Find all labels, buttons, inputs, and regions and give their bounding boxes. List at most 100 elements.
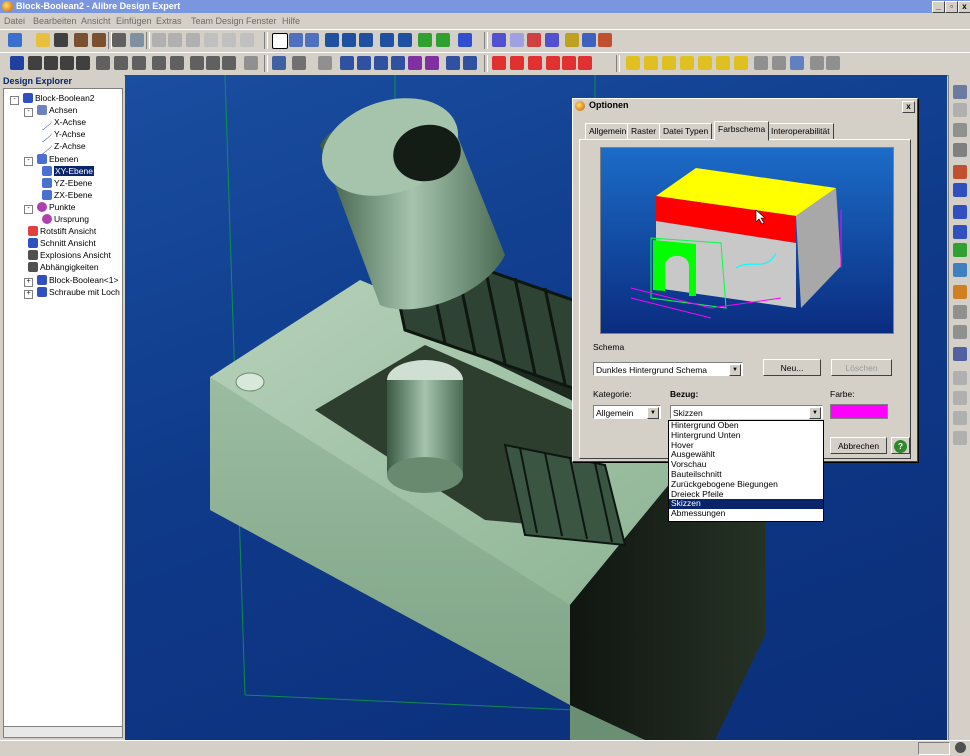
shaded-icon[interactable] — [272, 56, 286, 70]
chevron-down-icon[interactable]: ▼ — [809, 407, 821, 419]
view-normal-icon[interactable] — [463, 56, 477, 70]
zoom-in-icon[interactable] — [325, 33, 339, 47]
tree-node[interactable]: + Schraube mit Loch — [24, 286, 120, 299]
tree-node[interactable]: Ursprung — [38, 213, 89, 225]
yellow-box-icon-6[interactable] — [716, 56, 730, 70]
menu-extras[interactable]: Extras — [156, 15, 182, 27]
tool-icon-a[interactable] — [810, 56, 824, 70]
tree-node[interactable]: - Punkte — [24, 201, 75, 214]
right-tool-icon-9[interactable] — [953, 243, 967, 257]
menu-team-design[interactable]: Team Design — [191, 15, 244, 27]
yellow-box-icon-3[interactable] — [662, 56, 676, 70]
sweep-icon[interactable] — [60, 56, 74, 70]
tree-node[interactable]: X-Achse — [38, 115, 86, 132]
constraint-icon[interactable] — [790, 56, 804, 70]
loft-icon[interactable] — [76, 56, 90, 70]
view-top-icon[interactable] — [374, 56, 388, 70]
rotate-icon[interactable] — [305, 33, 319, 47]
color-icon[interactable] — [598, 33, 612, 47]
shell-icon[interactable] — [206, 56, 220, 70]
axis-tool-icon[interactable] — [510, 33, 524, 47]
tree-node[interactable]: XY-Ebene — [38, 165, 94, 177]
point-tool-icon[interactable] — [527, 33, 541, 47]
fillet-icon[interactable] — [170, 56, 184, 70]
globe-icon[interactable] — [458, 33, 472, 47]
view-left-icon[interactable] — [446, 56, 460, 70]
export-icon[interactable] — [92, 33, 106, 47]
select-cursor-icon[interactable] — [272, 33, 288, 49]
sketch-rect-icon[interactable] — [528, 56, 542, 70]
tree-node[interactable]: Abhängigkeiten — [24, 261, 99, 273]
chamfer-icon[interactable] — [190, 56, 204, 70]
farbe-color-swatch[interactable] — [830, 404, 888, 419]
cancel-button[interactable]: Abbrechen — [830, 437, 887, 454]
plane-tool-icon[interactable] — [492, 33, 506, 47]
arrow-left-icon[interactable] — [380, 33, 394, 47]
minimize-button[interactable]: _ — [932, 1, 945, 13]
menu-bearbeiten[interactable]: Bearbeiten — [33, 15, 77, 27]
tree-node[interactable]: - Achsen — [24, 104, 77, 118]
tab-raster[interactable]: Raster — [627, 123, 661, 140]
lights-icon[interactable] — [318, 56, 332, 70]
tree-node[interactable]: Rotstift Ansicht — [24, 225, 96, 237]
feature-icon-2[interactable] — [436, 33, 450, 47]
import-icon[interactable] — [74, 33, 88, 47]
cut-sweep-icon[interactable] — [132, 56, 146, 70]
schema-select[interactable]: Dunkles Hintergrund Schema ▼ — [593, 362, 743, 376]
tool-icon-b[interactable] — [826, 56, 840, 70]
collapse-toggle[interactable]: - — [24, 108, 33, 118]
draft-icon[interactable] — [222, 56, 236, 70]
save-icon[interactable] — [54, 33, 68, 47]
right-tool-icon-15[interactable] — [953, 371, 967, 385]
tree-node[interactable]: Schnitt Ansicht — [24, 237, 96, 249]
right-tool-icon-11[interactable] — [953, 285, 967, 299]
analyze-icon[interactable] — [582, 33, 596, 47]
right-tool-icon-3[interactable] — [953, 123, 967, 137]
zoom-window-icon[interactable] — [342, 33, 356, 47]
dropdown-option[interactable]: Abmessungen — [669, 508, 823, 519]
view-mode-icon[interactable] — [292, 56, 306, 70]
undo-icon[interactable] — [222, 33, 236, 47]
delete-icon[interactable] — [204, 33, 218, 47]
extrude-icon[interactable] — [28, 56, 42, 70]
sketch-lines-icon[interactable] — [578, 56, 592, 70]
right-tool-icon-14[interactable] — [953, 347, 967, 361]
pattern-icon[interactable] — [244, 56, 258, 70]
paste-icon[interactable] — [186, 33, 200, 47]
kategorie-select[interactable]: Allgemein ▼ — [593, 405, 661, 419]
menu-ansicht[interactable]: Ansicht — [81, 15, 111, 27]
yellow-box-icon-4[interactable] — [680, 56, 694, 70]
revolve-icon[interactable] — [44, 56, 58, 70]
menu-einfuegen[interactable]: Einfügen — [116, 15, 152, 27]
tree-node[interactable]: ZX-Ebene — [38, 189, 92, 201]
csys-tool-icon[interactable] — [545, 33, 559, 47]
tree-node[interactable]: Z-Achse — [38, 140, 86, 156]
yellow-box-icon-5[interactable] — [698, 56, 712, 70]
tab-datei-typen[interactable]: Datei Typen — [659, 123, 713, 140]
cut-icon[interactable] — [152, 33, 166, 47]
sketch-point-icon[interactable] — [492, 56, 506, 70]
open-icon[interactable] — [36, 33, 50, 47]
collapse-toggle[interactable]: - — [10, 96, 19, 105]
cut-revolve-icon[interactable] — [114, 56, 128, 70]
right-tool-icon-1[interactable] — [953, 85, 967, 99]
bezug-select[interactable]: Skizzen ▼ — [670, 405, 823, 419]
sketch-fill-icon[interactable] — [562, 56, 576, 70]
right-tool-icon-12[interactable] — [953, 305, 967, 319]
yellow-box-icon-7[interactable] — [734, 56, 748, 70]
chevron-down-icon[interactable]: ▼ — [729, 364, 741, 376]
sketch-line-icon[interactable] — [546, 56, 560, 70]
tree-node[interactable]: - Ebenen — [24, 153, 78, 166]
tree-node[interactable]: YZ-Ebene — [38, 177, 92, 189]
view-bottom-icon[interactable] — [425, 56, 439, 70]
zoom-fit-icon[interactable] — [359, 33, 373, 47]
preview-icon[interactable] — [130, 33, 144, 47]
pan-icon[interactable] — [289, 33, 303, 47]
new-icon[interactable] — [8, 33, 22, 47]
right-tool-icon-17[interactable] — [953, 411, 967, 425]
snap-icon[interactable] — [772, 56, 786, 70]
right-tool-icon-8[interactable] — [953, 225, 967, 239]
sketch-icon[interactable] — [10, 56, 24, 70]
right-tool-icon-4[interactable] — [953, 143, 967, 157]
tree-node[interactable]: Y-Achse — [38, 128, 85, 144]
